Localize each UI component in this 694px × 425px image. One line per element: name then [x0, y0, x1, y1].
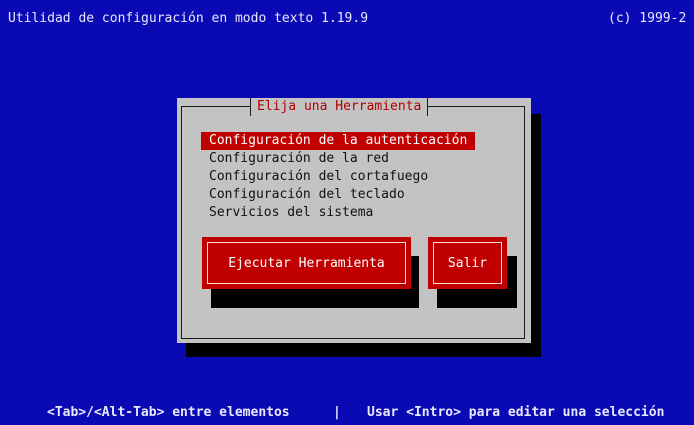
quit-button-label: Salir [433, 242, 502, 284]
run-tool-button[interactable]: Ejecutar Herramienta [202, 237, 411, 289]
tool-item-authentication[interactable]: Configuración de la autenticación [201, 132, 476, 150]
tool-item-network[interactable]: Configuración de la red [201, 150, 475, 168]
title-bar: Utilidad de configuración en modo texto … [0, 0, 694, 26]
status-hint-navigation: <Tab>/<Alt-Tab> entre elementos [47, 405, 290, 420]
status-hint-select: Usar <Intro> para editar una selección [367, 405, 665, 420]
tool-chooser-dialog: Elija una Herramienta Configuración de l… [177, 98, 531, 343]
run-tool-button-label: Ejecutar Herramienta [207, 242, 406, 284]
tool-item-firewall[interactable]: Configuración del cortafuego [201, 168, 475, 186]
tool-item-keyboard[interactable]: Configuración del teclado [201, 186, 475, 204]
quit-button[interactable]: Salir [428, 237, 507, 289]
copyright-notice: (c) 1999-2 [608, 11, 687, 26]
status-bar: <Tab>/<Alt-Tab> entre elementos | Usar <… [0, 400, 694, 425]
tool-item-system-services[interactable]: Servicios del sistema [201, 204, 475, 222]
dialog-title: Elija una Herramienta [250, 98, 429, 116]
status-separator: | [333, 405, 341, 420]
tool-list: Configuración de la autenticación Config… [201, 132, 476, 222]
app-title: Utilidad de configuración en modo texto … [8, 11, 369, 26]
